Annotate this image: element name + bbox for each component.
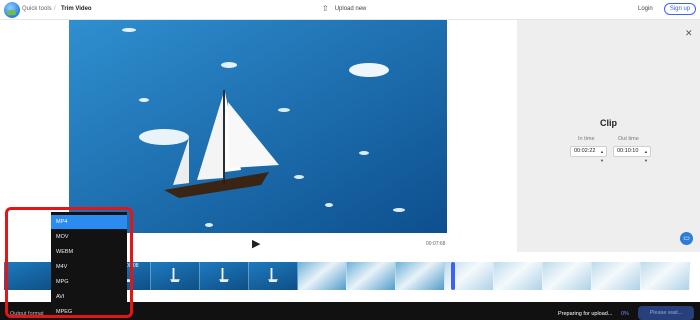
- close-icon[interactable]: ✕: [685, 28, 693, 39]
- timeline-frame: [396, 262, 445, 290]
- timeline-frame: [347, 262, 396, 290]
- in-time-input[interactable]: 00:02:22 ▲ ▼: [570, 146, 607, 163]
- timeline-frame: [592, 262, 641, 290]
- upload-status-text: Preparing for upload...: [558, 311, 613, 317]
- login-link[interactable]: Login: [638, 6, 653, 12]
- timeline-frame: [151, 262, 200, 290]
- top-header: Quick tools / Trim Video ⇧ Upload new Lo…: [0, 0, 700, 20]
- timeline-frame: [298, 262, 347, 290]
- video-frame-image: [69, 20, 447, 233]
- timeline-frame: [494, 262, 543, 290]
- upload-new-button[interactable]: ⇧ Upload new: [322, 4, 366, 13]
- upload-icon: ⇧: [322, 4, 329, 13]
- dropdown-highlight-annotation: [5, 207, 133, 318]
- trim-video-page: Quick tools / Trim Video ⇧ Upload new Lo…: [0, 0, 700, 320]
- upload-percent: 0%: [621, 311, 629, 317]
- signup-button[interactable]: Sign up: [664, 3, 696, 15]
- breadcrumb-trim-video: Trim Video: [61, 6, 92, 12]
- clip-title: Clip: [600, 118, 617, 128]
- timeline-frame: [249, 262, 298, 290]
- out-time-value: 00:10:10: [617, 148, 639, 154]
- in-time-value: 00:02:22: [574, 148, 596, 154]
- timeline-frame: [641, 262, 690, 290]
- timeline-frame: [200, 262, 249, 290]
- play-icon[interactable]: ▶: [252, 237, 260, 250]
- upload-new-label: Upload new: [334, 5, 367, 12]
- out-time-label: Out time: [618, 136, 639, 142]
- please-wait-button[interactable]: Please wait...: [638, 306, 694, 320]
- out-time-input[interactable]: 00:10:10 ▲ ▼: [613, 146, 651, 163]
- in-time-label: In time: [578, 136, 595, 142]
- video-preview[interactable]: [69, 20, 447, 233]
- breadcrumb-separator: /: [54, 6, 56, 12]
- trim-handle-right[interactable]: [451, 262, 455, 290]
- clip-settings-panel: [517, 20, 700, 252]
- timeline-frame: [543, 262, 592, 290]
- spinner-icon[interactable]: ▲ ▼: [600, 147, 604, 165]
- breadcrumb-quick-tools[interactable]: Quick tools: [22, 6, 52, 12]
- spinner-icon[interactable]: ▲ ▼: [644, 147, 648, 165]
- chat-icon[interactable]: ▭: [680, 232, 693, 245]
- video-end-time: 00:07:68: [426, 241, 446, 247]
- logo-icon[interactable]: [4, 2, 20, 18]
